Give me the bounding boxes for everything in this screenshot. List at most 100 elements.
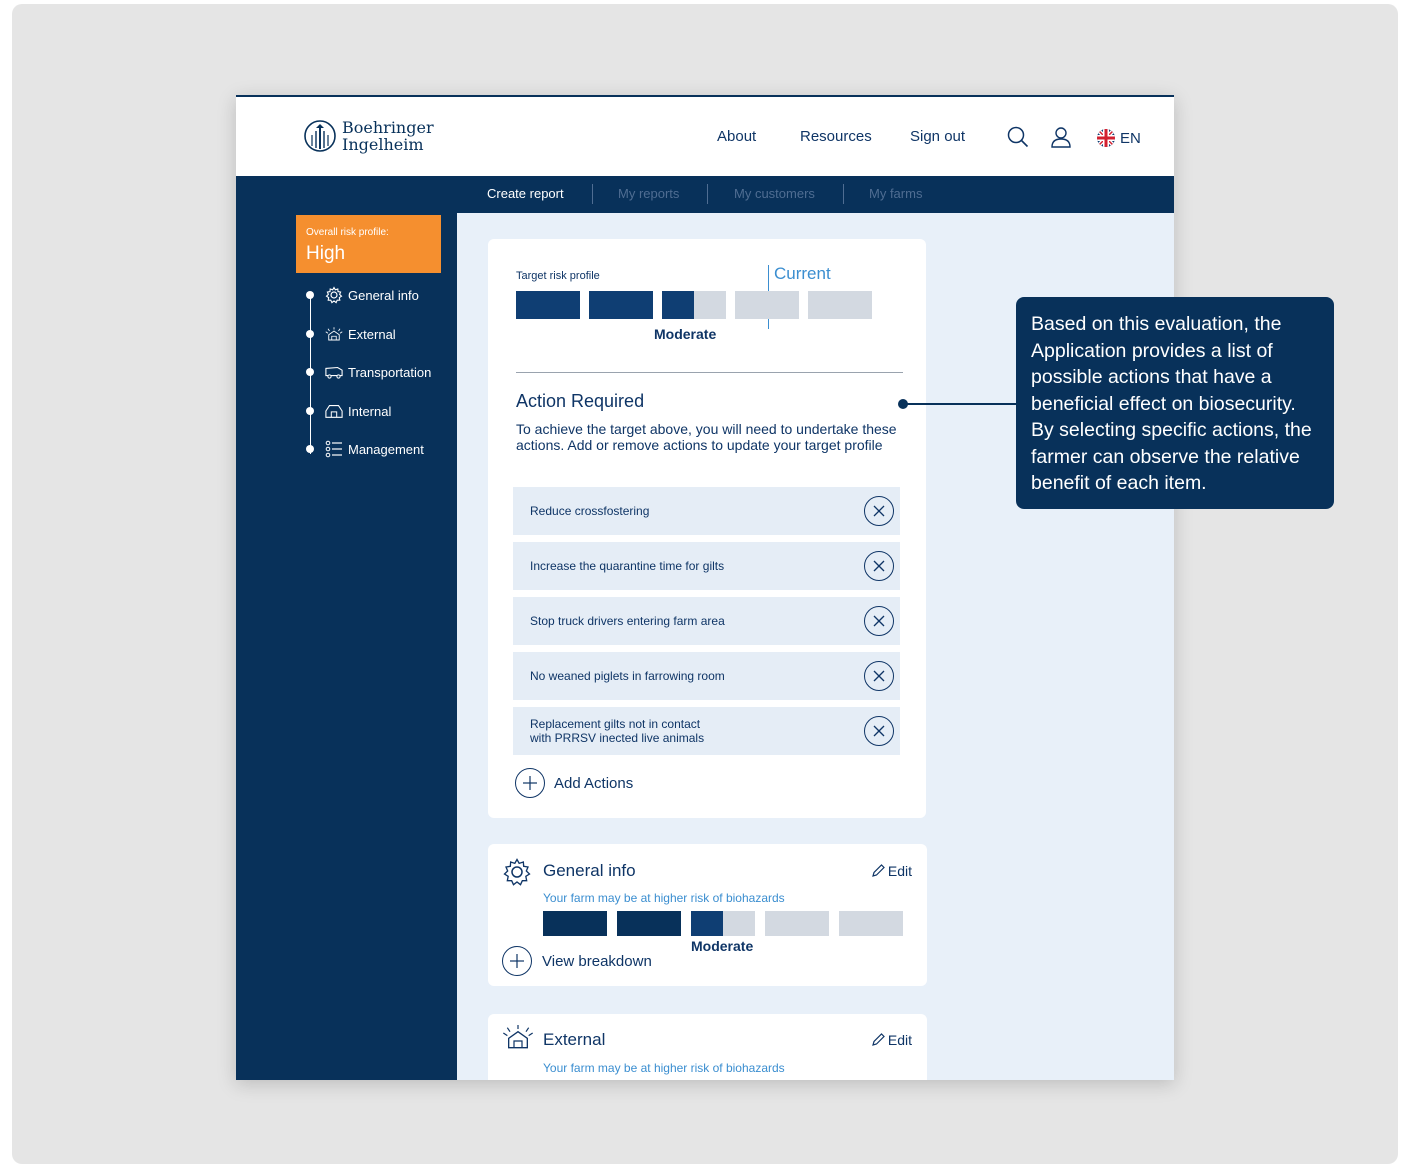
add-actions-button[interactable]: Add Actions bbox=[515, 768, 633, 798]
action-item-label: Reduce crossfostering bbox=[530, 504, 650, 518]
remove-action-button[interactable] bbox=[864, 606, 894, 636]
logo-text: Boehringer Ingelheim bbox=[342, 119, 434, 153]
logo-line2: Ingelheim bbox=[342, 135, 424, 154]
timeline-dot bbox=[306, 291, 314, 299]
section-risk-bar bbox=[543, 911, 903, 936]
annotation-callout: Based on this evaluation, the Applicatio… bbox=[1016, 297, 1334, 509]
list-icon bbox=[325, 440, 342, 458]
remove-action-button[interactable] bbox=[864, 551, 894, 581]
section-title: External bbox=[543, 1030, 606, 1049]
subnav-divider bbox=[843, 184, 844, 204]
tab-my-reports[interactable]: My reports bbox=[618, 186, 679, 201]
close-icon bbox=[873, 670, 885, 682]
risk-warning: Your farm may be at higher risk of bioha… bbox=[543, 891, 785, 905]
close-icon bbox=[873, 725, 885, 737]
close-icon bbox=[873, 560, 885, 572]
nav-resources[interactable]: Resources bbox=[800, 128, 872, 145]
overall-risk-label: Overall risk profile: bbox=[306, 227, 389, 238]
gear-icon bbox=[325, 286, 343, 304]
sidebar-item-internal[interactable]: Internal bbox=[306, 402, 391, 420]
action-item-label: Replacement gilts not in contact with PR… bbox=[530, 717, 705, 745]
action-item-label: Increase the quarantine time for gilts bbox=[530, 559, 725, 573]
risk-segment bbox=[589, 291, 653, 319]
subnav-divider bbox=[592, 184, 593, 204]
edit-button[interactable]: Edit bbox=[871, 1032, 912, 1048]
risk-warning: Your farm may be at higher risk of bioha… bbox=[543, 1061, 785, 1075]
view-breakdown-label: View breakdown bbox=[542, 952, 652, 970]
app-window: Boehringer Ingelheim About Resources Sig… bbox=[236, 95, 1174, 1080]
remove-action-button[interactable] bbox=[864, 716, 894, 746]
timeline-dot bbox=[306, 368, 314, 376]
timeline-dot bbox=[306, 407, 314, 415]
target-profile-card: Target risk profile Current Moderate Act… bbox=[488, 239, 926, 818]
section-title: General info bbox=[543, 861, 636, 880]
close-icon bbox=[873, 505, 885, 517]
sidebar-item-label: External bbox=[348, 326, 396, 342]
target-risk-level: Moderate bbox=[654, 326, 717, 342]
nav-sign-out[interactable]: Sign out bbox=[910, 128, 965, 145]
sidebar-item-general-info[interactable]: General info bbox=[306, 286, 419, 304]
logo[interactable]: Boehringer Ingelheim bbox=[304, 119, 434, 153]
tab-my-customers[interactable]: My customers bbox=[734, 186, 815, 201]
risk-segment bbox=[691, 911, 755, 936]
action-required-description: To achieve the target above, you will ne… bbox=[516, 421, 897, 453]
sidebar-item-management[interactable]: Management bbox=[306, 440, 424, 458]
farm-sun-icon bbox=[503, 1025, 533, 1049]
external-card: External Edit Your farm may be at higher… bbox=[488, 1014, 927, 1080]
action-required-title: Action Required bbox=[516, 391, 645, 411]
view-breakdown-button[interactable]: View breakdown bbox=[502, 946, 652, 976]
sub-navigation: Create report My reports My customers My… bbox=[236, 176, 1174, 213]
current-label: Current bbox=[774, 264, 831, 283]
timeline-dot bbox=[306, 330, 314, 338]
add-actions-label: Add Actions bbox=[554, 774, 634, 792]
language-selector[interactable]: EN bbox=[1096, 128, 1141, 148]
sidebar-item-transportation[interactable]: Transportation bbox=[306, 363, 431, 381]
gear-icon bbox=[503, 858, 531, 886]
risk-segment bbox=[516, 291, 580, 319]
tab-my-farms[interactable]: My farms bbox=[869, 186, 922, 201]
farm-sun-icon bbox=[325, 327, 343, 341]
timeline-dot bbox=[306, 445, 314, 453]
action-item-label: Stop truck drivers entering farm area bbox=[530, 614, 725, 628]
user-icon[interactable] bbox=[1050, 126, 1072, 148]
pencil-icon bbox=[872, 864, 885, 877]
remove-action-button[interactable] bbox=[864, 496, 894, 526]
action-item: No weaned piglets in farrowing room bbox=[513, 652, 900, 700]
callout-connector-line bbox=[903, 403, 1017, 405]
language-label: EN bbox=[1120, 129, 1141, 147]
search-icon[interactable] bbox=[1007, 126, 1029, 148]
edit-button[interactable]: Edit bbox=[871, 863, 912, 879]
sidebar-item-label: Transportation bbox=[348, 364, 432, 380]
target-risk-bar bbox=[516, 291, 872, 319]
pencil-icon bbox=[872, 1033, 885, 1046]
overall-risk-value: High bbox=[306, 243, 346, 264]
action-item: Increase the quarantine time for gilts bbox=[513, 542, 900, 590]
edit-label: Edit bbox=[887, 863, 912, 879]
logo-line1: Boehringer bbox=[342, 118, 434, 137]
barn-icon bbox=[325, 405, 343, 418]
risk-segment bbox=[765, 911, 829, 936]
action-item: Stop truck drivers entering farm area bbox=[513, 597, 900, 645]
general-info-card: General info Edit Your farm may be at hi… bbox=[488, 844, 927, 986]
sidebar-item-label: Internal bbox=[348, 403, 392, 419]
sidebar-item-external[interactable]: External bbox=[306, 325, 396, 343]
logo-icon bbox=[304, 120, 336, 152]
action-item: Replacement gilts not in contact with PR… bbox=[513, 707, 900, 755]
close-icon bbox=[873, 615, 885, 627]
risk-segment bbox=[617, 911, 681, 936]
remove-action-button[interactable] bbox=[864, 661, 894, 691]
tab-create-report[interactable]: Create report bbox=[487, 186, 564, 201]
overall-risk-badge: Overall risk profile: High bbox=[296, 215, 441, 273]
subnav-divider bbox=[707, 184, 708, 204]
risk-segment bbox=[808, 291, 872, 319]
plus-icon bbox=[502, 946, 532, 976]
nav-about[interactable]: About bbox=[717, 128, 756, 145]
sidebar-item-label: Management bbox=[348, 441, 424, 457]
sidebar-item-label: General info bbox=[348, 287, 419, 303]
risk-segment bbox=[543, 911, 607, 936]
edit-label: Edit bbox=[887, 1032, 912, 1048]
action-item-label: No weaned piglets in farrowing room bbox=[530, 669, 725, 683]
risk-segment bbox=[662, 291, 726, 319]
risk-segment bbox=[839, 911, 903, 936]
section-divider bbox=[516, 372, 903, 373]
